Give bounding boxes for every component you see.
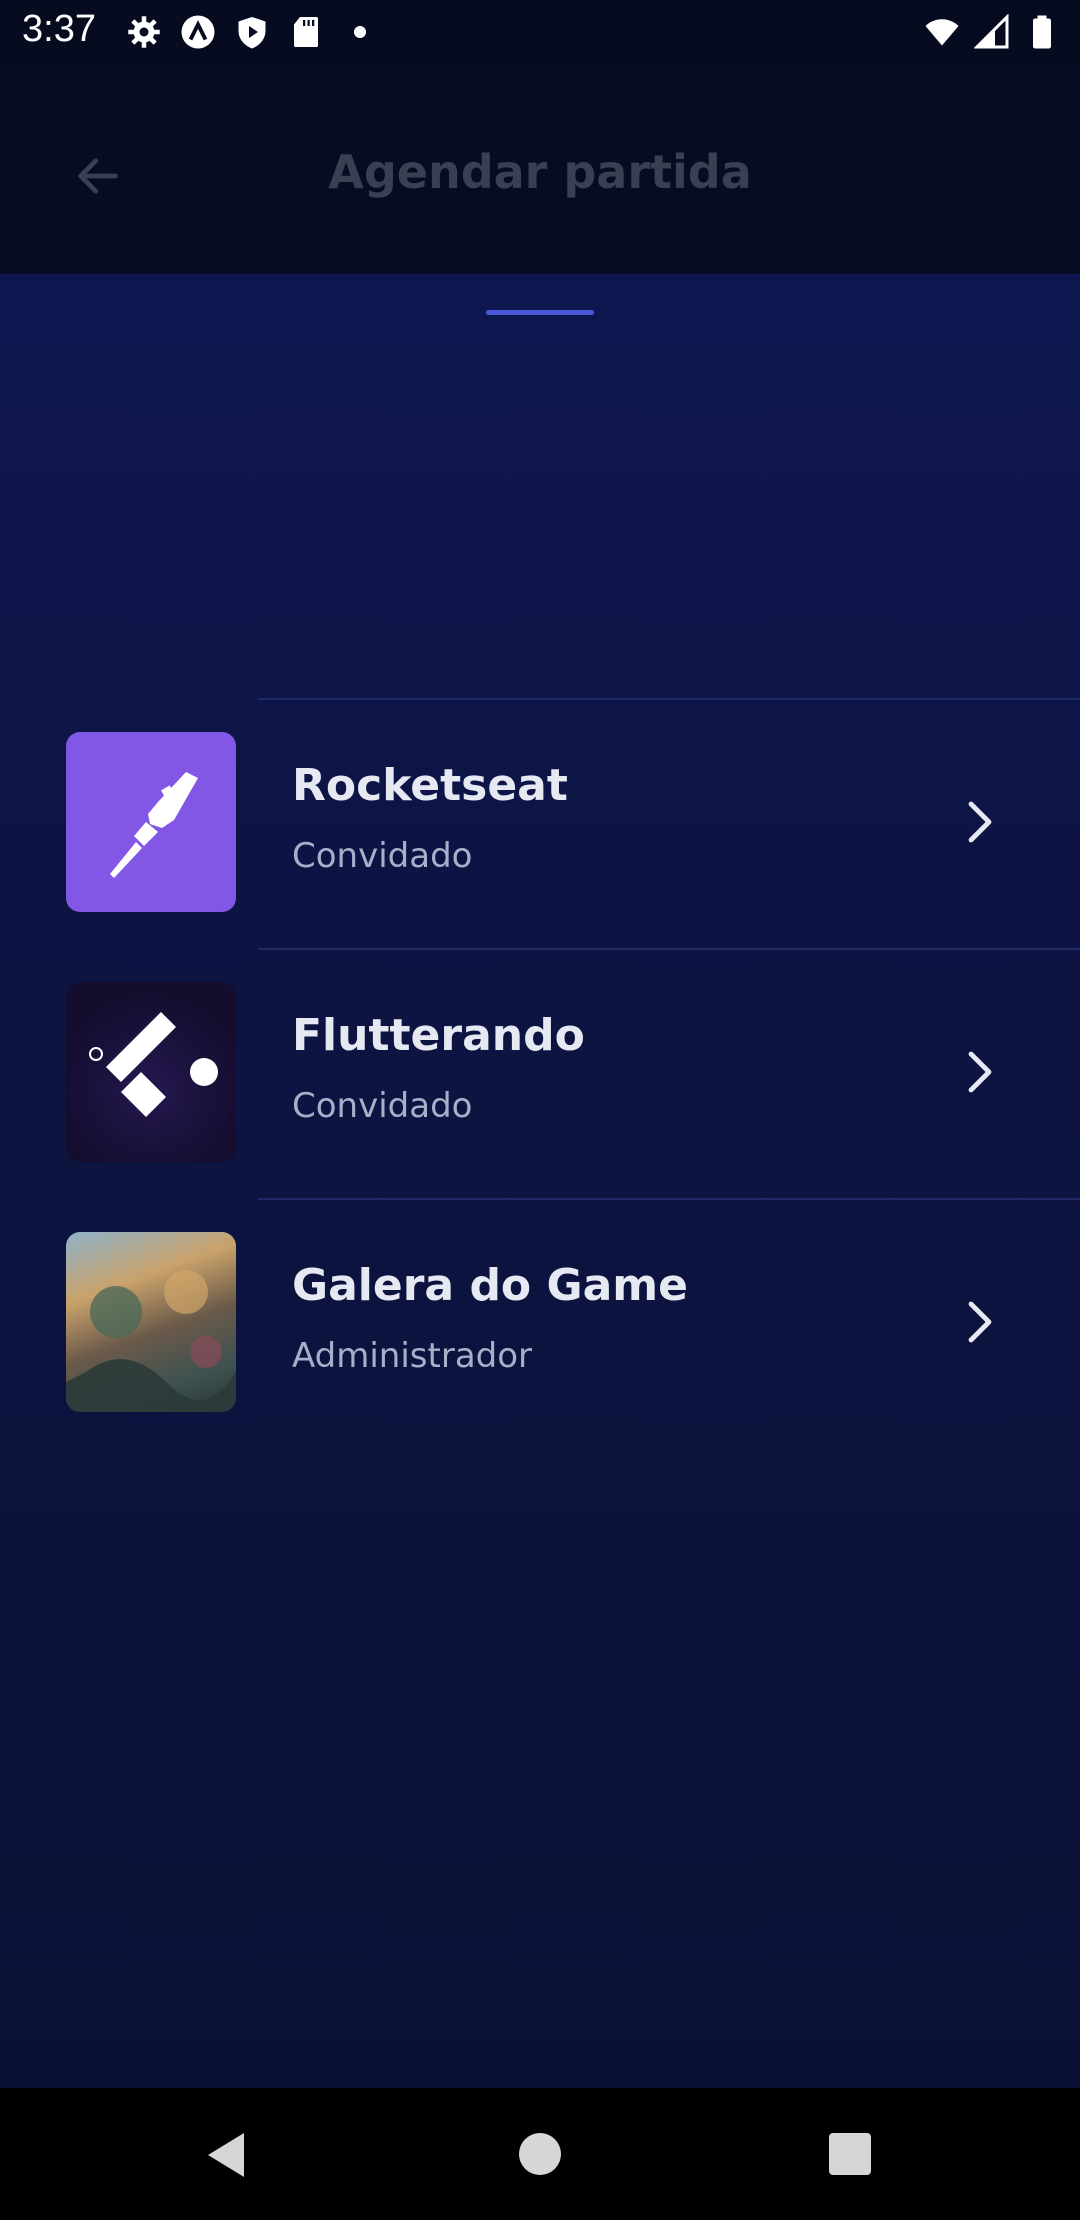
group-item-flutterando[interactable]: Flutterando Convidado	[0, 948, 1080, 1198]
settings-icon	[128, 16, 160, 48]
chevron-right-icon	[968, 801, 992, 843]
sheet-drag-handle[interactable]	[486, 310, 594, 315]
nav-recents-icon[interactable]	[829, 2133, 871, 2175]
flutterando-logo	[66, 982, 236, 1162]
game-art-image	[66, 1232, 236, 1412]
battery-icon	[1033, 15, 1051, 49]
nav-home-icon[interactable]	[519, 2133, 561, 2175]
sd-card-icon	[294, 17, 318, 47]
wifi-icon	[925, 19, 959, 46]
group-name: Galera do Game	[292, 1260, 688, 1311]
bottom-sheet: Rocketseat Convidado Flutterando Convida…	[0, 274, 1080, 2088]
navigation-bar	[0, 2088, 1080, 2220]
group-item-rocketseat[interactable]: Rocketseat Convidado	[0, 698, 1080, 948]
status-time: 3:37	[22, 8, 96, 50]
group-role: Convidado	[292, 836, 473, 876]
rocketseat-logo	[66, 732, 236, 912]
group-name: Flutterando	[292, 1010, 585, 1061]
status-bar: 3:37	[0, 0, 1080, 64]
shield-play-icon	[238, 17, 266, 49]
nav-back-icon[interactable]	[204, 2130, 248, 2180]
dot-icon	[354, 26, 366, 38]
group-role: Administrador	[292, 1336, 533, 1376]
signal-icon	[974, 14, 1009, 49]
group-role: Convidado	[292, 1086, 473, 1126]
group-item-galera-do-game[interactable]: Galera do Game Administrador	[0, 1198, 1080, 1448]
chevron-right-icon	[968, 1051, 992, 1093]
group-name: Rocketseat	[292, 760, 568, 811]
a-circle-icon	[181, 15, 215, 49]
chevron-right-icon	[968, 1301, 992, 1343]
page-title: Agendar partida	[328, 145, 752, 199]
